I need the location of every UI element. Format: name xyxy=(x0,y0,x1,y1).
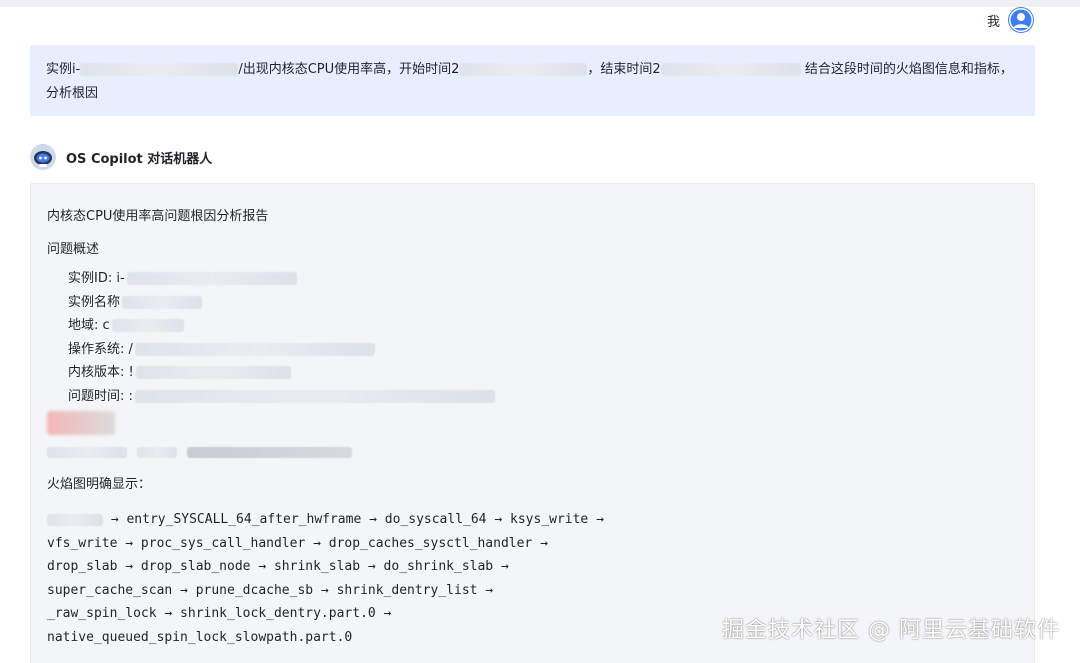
info-region: 地域: c xyxy=(68,314,1018,338)
robot-avatar-icon xyxy=(30,144,56,170)
question-text-1: 实例i- xyxy=(46,62,81,77)
redacted-block xyxy=(111,319,184,333)
bot-header: OS Copilot 对话机器人 xyxy=(30,144,212,170)
flamegraph-label: 火焰图明确显示： xyxy=(47,477,152,492)
watermark: 掘金技术社区 @ 阿里云基础软件 xyxy=(722,618,1060,643)
redacted-block xyxy=(134,389,495,403)
redacted-block xyxy=(126,272,297,286)
user-avatar-icon[interactable] xyxy=(1008,7,1034,33)
call-chain-line: super_cache_scan → prune_dcache_sb → shr… xyxy=(47,582,494,598)
bot-name: OS Copilot 对话机器人 xyxy=(66,151,213,167)
question-text-2: /出现内核态CPU使用率高，开始时间2 xyxy=(238,62,460,77)
instance-info-list: 实例ID: i- 实例名称 地域: c 操作系统: / 内核版本: ! 问题时间… xyxy=(47,267,1018,408)
question-text-3: ，结束时间2 xyxy=(587,62,661,77)
info-instance-name: 实例名称 xyxy=(68,291,1018,315)
redacted-line xyxy=(47,447,1018,458)
user-header: 我 xyxy=(987,7,1034,33)
redacted-block xyxy=(47,411,115,435)
redacted-block xyxy=(135,366,291,380)
redacted-block xyxy=(134,342,375,356)
overview-heading: 问题概述 xyxy=(47,242,100,257)
info-instance-id: 实例ID: i- xyxy=(68,267,1018,291)
info-time: 问题时间: : xyxy=(68,385,1018,409)
redacted-block xyxy=(122,295,203,309)
top-band xyxy=(0,0,1080,7)
report-title: 内核态CPU使用率高问题根因分析报告 xyxy=(47,209,269,224)
call-chain-line: drop_slab → drop_slab_node → shrink_slab… xyxy=(47,559,509,575)
redacted-block xyxy=(80,63,239,76)
user-name: 我 xyxy=(986,14,1000,30)
redacted-block xyxy=(47,513,103,526)
bot-answer-bubble: 内核态CPU使用率高问题根因分析报告 问题概述 实例ID: i- 实例名称 地域… xyxy=(30,183,1035,663)
info-os: 操作系统: / xyxy=(68,338,1018,362)
user-question-bubble: 实例i-/出现内核态CPU使用率高，开始时间2 ，结束时间2 结合这段时间的火焰图… xyxy=(30,45,1035,116)
redacted-block xyxy=(459,63,588,76)
info-kernel: 内核版本: ! xyxy=(68,361,1018,385)
call-chain-line: → entry_SYSCALL_64_after_hwframe → do_sy… xyxy=(47,508,1018,532)
redacted-block xyxy=(660,63,801,76)
call-chain-line: vfs_write → proc_sys_call_handler → drop… xyxy=(47,535,548,551)
